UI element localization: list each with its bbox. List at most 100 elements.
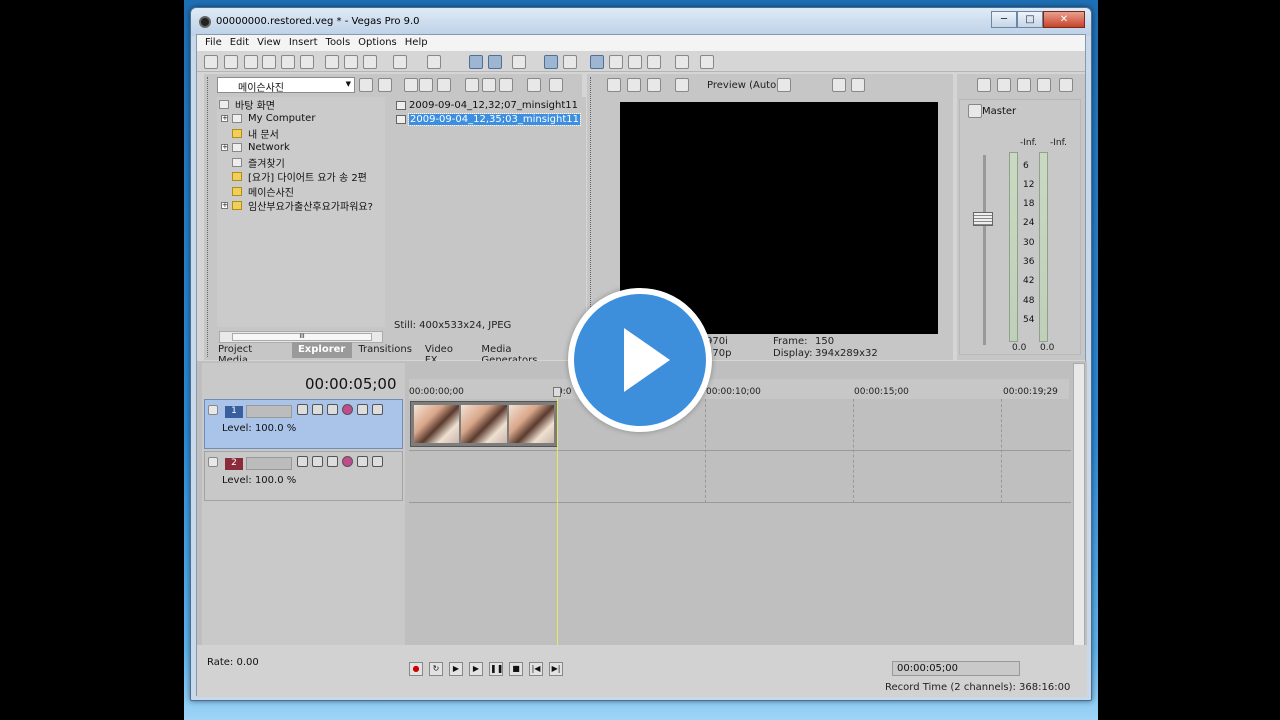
- help-icon[interactable]: [700, 55, 714, 69]
- menu-insert[interactable]: Insert: [287, 35, 324, 51]
- explorer-grip[interactable]: [207, 77, 211, 357]
- tab-media-generators[interactable]: Media Generators: [475, 342, 577, 366]
- go-to-end-icon[interactable]: ▶|: [549, 662, 563, 676]
- zoom-tool-icon[interactable]: [647, 55, 661, 69]
- go-to-start-icon[interactable]: |◀: [529, 662, 543, 676]
- ripple-icon[interactable]: [512, 55, 526, 69]
- properties-icon[interactable]: [300, 55, 314, 69]
- location-combo[interactable]: 메이슨사진: [217, 77, 355, 94]
- timeline-ruler[interactable]: 00:00:00;00 0:0 00:00:10;00 00:00:15;00 …: [409, 379, 1069, 401]
- refresh-icon[interactable]: [378, 78, 392, 92]
- track-motion-icon[interactable]: [297, 456, 308, 467]
- views-icon[interactable]: [549, 78, 563, 92]
- auto-preview-icon[interactable]: [499, 78, 513, 92]
- track-name-field[interactable]: [246, 457, 292, 470]
- add-bus-icon[interactable]: [1037, 78, 1051, 92]
- loop-icon[interactable]: ↻: [429, 662, 443, 676]
- track-name-field[interactable]: [246, 405, 292, 418]
- collapse-track-icon[interactable]: [208, 457, 218, 467]
- pause-icon[interactable]: ❚❚: [489, 662, 503, 676]
- track-motion-icon[interactable]: [297, 404, 308, 415]
- close-button[interactable]: ✕: [1043, 11, 1085, 28]
- collapse-track-icon[interactable]: [208, 405, 218, 415]
- new-folder-icon[interactable]: [404, 78, 418, 92]
- play-icon[interactable]: ▶: [469, 662, 483, 676]
- composite-icon[interactable]: [312, 456, 323, 467]
- tree-item-my-documents[interactable]: 내 문서: [232, 126, 279, 141]
- envelope-tool-icon[interactable]: [609, 55, 623, 69]
- tab-video-fx[interactable]: Video FX: [419, 342, 476, 366]
- expand-icon[interactable]: +: [221, 201, 228, 209]
- tab-transitions[interactable]: Transitions: [352, 342, 419, 358]
- save-as-icon[interactable]: [262, 55, 276, 69]
- delete-icon[interactable]: [419, 78, 433, 92]
- mixer-properties-icon[interactable]: [977, 78, 991, 92]
- copy-snapshot-icon[interactable]: [832, 78, 846, 92]
- external-monitor-icon[interactable]: [627, 78, 641, 92]
- menu-file[interactable]: File: [203, 35, 228, 51]
- snap-icon[interactable]: [469, 55, 483, 69]
- mute-icon[interactable]: [357, 404, 368, 415]
- redo-icon[interactable]: [427, 55, 441, 69]
- menu-tools[interactable]: Tools: [324, 35, 357, 51]
- menu-options[interactable]: Options: [356, 35, 403, 51]
- minimize-button[interactable]: ─: [991, 11, 1017, 28]
- get-media-icon[interactable]: [527, 78, 541, 92]
- track-header-2[interactable]: 2 Level: 100.0 %: [204, 451, 403, 501]
- play-icon[interactable]: [568, 288, 712, 432]
- dim-output-icon[interactable]: [1017, 78, 1031, 92]
- menu-edit[interactable]: Edit: [228, 35, 255, 51]
- solo-icon[interactable]: [372, 404, 383, 415]
- tree-item-my-computer[interactable]: + My Computer: [221, 111, 315, 125]
- video-clip[interactable]: [410, 401, 558, 447]
- new-icon[interactable]: [204, 55, 218, 69]
- stop-preview-icon[interactable]: [482, 78, 496, 92]
- preview-properties-icon[interactable]: [607, 78, 621, 92]
- playhead-handle[interactable]: [553, 387, 561, 397]
- track-fx-icon[interactable]: [342, 404, 353, 415]
- tree-item-prenatal-yoga[interactable]: + 임산부요가출산후요가파워요?: [221, 198, 373, 213]
- open-icon[interactable]: [224, 55, 238, 69]
- tree-item-network[interactable]: + Network: [221, 140, 290, 154]
- maximize-button[interactable]: □: [1017, 11, 1043, 28]
- mute-icon[interactable]: [357, 456, 368, 467]
- split-screen-icon[interactable]: [675, 78, 689, 92]
- menu-help[interactable]: Help: [403, 35, 434, 51]
- whats-this-icon[interactable]: [675, 55, 689, 69]
- undo-icon[interactable]: [393, 55, 407, 69]
- tree-item-yoga-folder[interactable]: [요가] 다이어트 요가 송 2편: [232, 169, 367, 184]
- up-folder-icon[interactable]: [359, 78, 373, 92]
- menu-view[interactable]: View: [255, 35, 287, 51]
- render-icon[interactable]: [281, 55, 295, 69]
- start-preview-icon[interactable]: [465, 78, 479, 92]
- master-fader[interactable]: [973, 212, 993, 226]
- track-header-1[interactable]: 1 Level: 100.0 %: [204, 399, 403, 449]
- parent-child-icon[interactable]: [327, 404, 338, 415]
- add-to-favorites-icon[interactable]: [437, 78, 451, 92]
- preview-quality[interactable]: Preview (Auto): [707, 80, 780, 91]
- downmix-icon[interactable]: [997, 78, 1011, 92]
- overlays-icon[interactable]: [777, 78, 791, 92]
- selection-tool-icon[interactable]: [628, 55, 642, 69]
- composite-icon[interactable]: [312, 404, 323, 415]
- timeline-timecode[interactable]: 00:00:05;00: [305, 375, 397, 393]
- timeline-tracks[interactable]: [409, 399, 1071, 503]
- track-fx-icon[interactable]: [342, 456, 353, 467]
- master-label[interactable]: Master: [982, 106, 1016, 117]
- mixer-fx-icon[interactable]: [1059, 78, 1073, 92]
- stop-icon[interactable]: ■: [509, 662, 523, 676]
- copy-icon[interactable]: [344, 55, 358, 69]
- tree-item-favorites[interactable]: 즐겨찾기: [232, 155, 285, 170]
- file-item[interactable]: 2009-09-04_12,32;07_minsight11: [396, 99, 578, 112]
- tab-explorer[interactable]: Explorer: [291, 342, 353, 358]
- paste-icon[interactable]: [363, 55, 377, 69]
- expand-icon[interactable]: +: [221, 114, 228, 122]
- save-snapshot-icon[interactable]: [851, 78, 865, 92]
- tree-item-mason-photos[interactable]: 메이슨사진: [232, 184, 294, 199]
- playback-cursor[interactable]: [557, 387, 558, 649]
- solo-icon[interactable]: [372, 456, 383, 467]
- record-icon[interactable]: ●: [409, 662, 423, 676]
- play-from-start-icon[interactable]: ▶: [449, 662, 463, 676]
- ignore-grouping-icon[interactable]: [563, 55, 577, 69]
- tab-project-media[interactable]: Project Media: [212, 342, 292, 366]
